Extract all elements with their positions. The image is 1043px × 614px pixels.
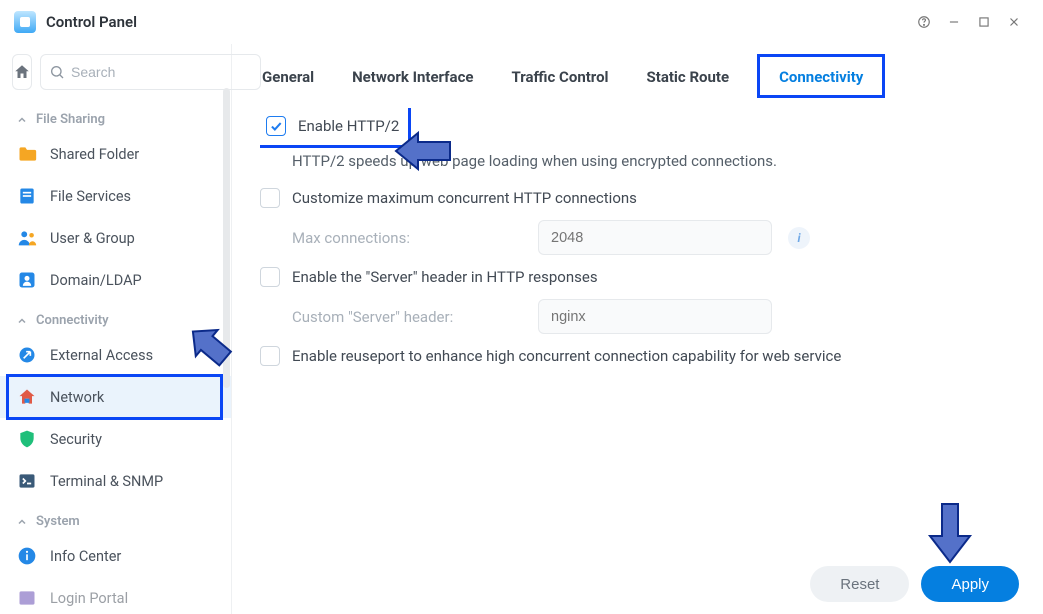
info-icon[interactable]: i bbox=[788, 227, 810, 249]
checkbox-label: Customize maximum concurrent HTTP connec… bbox=[292, 189, 637, 207]
tab-label: Connectivity bbox=[779, 68, 863, 86]
maximize-button[interactable] bbox=[969, 8, 999, 36]
sidebar-item-label: Network bbox=[50, 389, 215, 406]
sidebar-item-label: Login Portal bbox=[50, 590, 215, 607]
sidebar-item-terminal-snmp[interactable]: Terminal & SNMP bbox=[0, 460, 231, 502]
max-connections-input bbox=[538, 220, 772, 255]
file-services-icon bbox=[16, 185, 38, 207]
reset-button[interactable]: Reset bbox=[810, 566, 909, 602]
tab-network-interface[interactable]: Network Interface bbox=[350, 64, 475, 90]
sidebar-item-user-group[interactable]: User & Group bbox=[0, 217, 231, 259]
external-access-icon bbox=[16, 344, 38, 366]
users-icon bbox=[16, 227, 38, 249]
checkbox-customize-max[interactable] bbox=[260, 188, 280, 208]
checkbox-reuseport[interactable] bbox=[260, 346, 280, 366]
group-system[interactable]: System bbox=[0, 502, 231, 535]
help-button[interactable] bbox=[909, 8, 939, 36]
chevron-up-icon bbox=[16, 114, 28, 126]
info-icon bbox=[16, 545, 38, 567]
sidebar-item-label: Domain/LDAP bbox=[50, 272, 215, 289]
group-label: System bbox=[36, 514, 80, 529]
search-box[interactable] bbox=[40, 54, 261, 90]
group-label: File Sharing bbox=[36, 112, 105, 127]
group-connectivity[interactable]: Connectivity bbox=[0, 301, 231, 334]
http2-description: HTTP/2 speeds up web page loading when u… bbox=[292, 152, 1013, 170]
sidebar-item-label: Info Center bbox=[50, 548, 215, 565]
sidebar-item-label: Security bbox=[50, 431, 215, 448]
group-file-sharing[interactable]: File Sharing bbox=[0, 100, 231, 133]
checkbox-label: Enable reuseport to enhance high concurr… bbox=[292, 347, 841, 365]
sidebar-item-domain-ldap[interactable]: Domain/LDAP bbox=[0, 259, 231, 301]
checkbox-label: Enable HTTP/2 bbox=[298, 117, 399, 135]
tabs: General Network Interface Traffic Contro… bbox=[260, 44, 1019, 108]
sidebar-item-label: External Access bbox=[50, 347, 215, 364]
custom-server-input bbox=[538, 299, 772, 334]
sidebar-item-security[interactable]: Security bbox=[0, 418, 231, 460]
sidebar-item-external-access[interactable]: External Access bbox=[0, 334, 231, 376]
sidebar-item-info-center[interactable]: Info Center bbox=[0, 535, 231, 577]
checkbox-label: Enable the "Server" header in HTTP respo… bbox=[292, 268, 598, 286]
checkbox-enable-http2[interactable] bbox=[266, 116, 286, 136]
checkbox-server-header[interactable] bbox=[260, 267, 280, 287]
sidebar-item-file-services[interactable]: File Services bbox=[0, 175, 231, 217]
domain-icon bbox=[16, 269, 38, 291]
sidebar-item-label: Terminal & SNMP bbox=[50, 473, 215, 490]
tab-connectivity[interactable]: Connectivity bbox=[765, 64, 877, 90]
sidebar-item-label: User & Group bbox=[50, 230, 215, 247]
group-label: Connectivity bbox=[36, 313, 109, 328]
sidebar-item-login-portal[interactable]: Login Portal bbox=[0, 577, 231, 614]
sidebar-item-label: Shared Folder bbox=[50, 146, 215, 163]
chevron-up-icon bbox=[16, 315, 28, 327]
home-button[interactable] bbox=[12, 54, 32, 90]
custom-server-label: Custom "Server" header: bbox=[292, 308, 522, 326]
app-icon bbox=[14, 11, 36, 33]
sidebar-item-network[interactable]: Network bbox=[0, 376, 231, 418]
minimize-button[interactable] bbox=[939, 8, 969, 36]
main-panel: General Network Interface Traffic Contro… bbox=[232, 44, 1043, 614]
tab-general[interactable]: General bbox=[260, 64, 316, 90]
scrollbar[interactable] bbox=[223, 88, 230, 388]
terminal-icon bbox=[16, 470, 38, 492]
apply-button[interactable]: Apply bbox=[921, 566, 1019, 602]
login-portal-icon bbox=[16, 587, 38, 609]
shield-icon bbox=[16, 428, 38, 450]
chevron-up-icon bbox=[16, 516, 28, 528]
sidebar: File Sharing Shared Folder File Services… bbox=[0, 44, 232, 614]
folder-icon bbox=[16, 143, 38, 165]
network-icon bbox=[16, 386, 38, 408]
search-input[interactable] bbox=[71, 64, 252, 80]
max-connections-label: Max connections: bbox=[292, 229, 522, 247]
sidebar-item-shared-folder[interactable]: Shared Folder bbox=[0, 133, 231, 175]
search-icon bbox=[49, 64, 65, 80]
tab-traffic-control[interactable]: Traffic Control bbox=[509, 64, 610, 90]
tab-static-route[interactable]: Static Route bbox=[645, 64, 732, 90]
sidebar-item-label: File Services bbox=[50, 188, 215, 205]
window-title: Control Panel bbox=[46, 13, 137, 31]
close-button[interactable] bbox=[999, 8, 1029, 36]
